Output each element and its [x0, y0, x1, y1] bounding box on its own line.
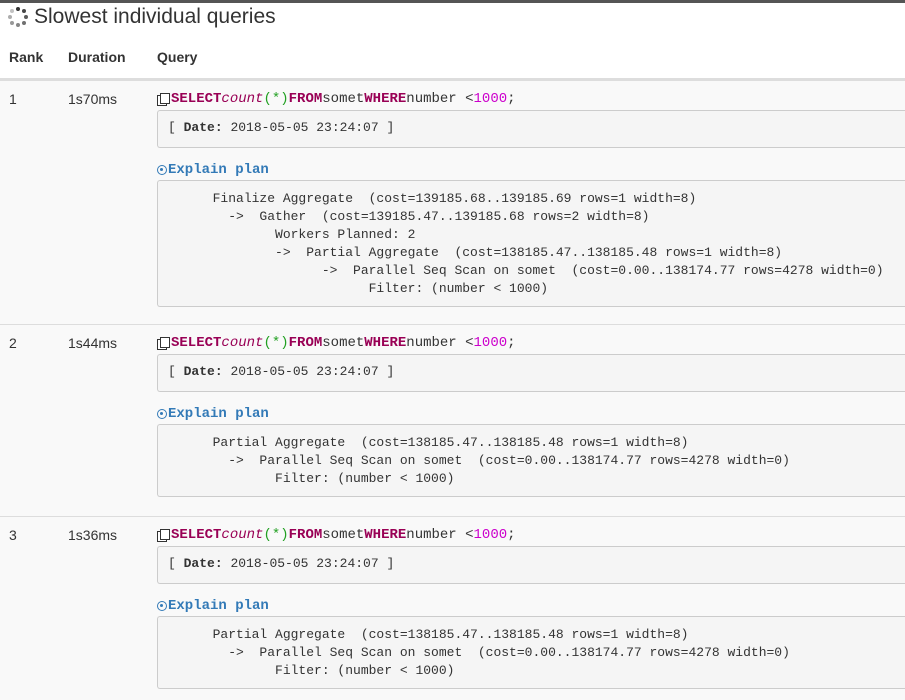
header-duration: Duration	[68, 49, 126, 65]
sql-number: 1000	[473, 91, 508, 107]
explain-plan-link[interactable]: Explain plan	[157, 161, 905, 179]
duration-cell: 1s36ms	[68, 527, 118, 543]
header-query: Query	[157, 49, 198, 65]
top-border	[0, 0, 905, 3]
sql-table: somet	[322, 335, 365, 351]
plan-line: Filter: (number < 1000)	[158, 663, 455, 678]
query-cell: SELECT count (*) FROM somet WHERE number…	[157, 89, 905, 307]
page-title-text: Slowest individual queries	[34, 5, 276, 28]
table-row: 1 1s70ms SELECT count (*) FROM somet WHERE…	[0, 80, 905, 324]
copy-icon[interactable]	[157, 528, 170, 542]
table-row: 3 1s36ms SELECT count (*) FROM somet WHERE…	[0, 516, 905, 700]
sql-parens: (*)	[263, 335, 289, 351]
sql-number: 1000	[473, 335, 508, 351]
sql-terminator: ;	[507, 335, 516, 351]
date-label: Date:	[183, 364, 223, 379]
date-label: Date:	[183, 556, 223, 571]
sql-query: SELECT count (*) FROM somet WHERE number…	[157, 525, 905, 545]
sql-keyword: SELECT	[171, 335, 222, 351]
rank-cell: 3	[9, 527, 17, 543]
plan-line: -> Parallel Seq Scan on somet (cost=0.00…	[158, 453, 790, 468]
date-value: 2018-05-05 23:24:07	[230, 556, 379, 571]
sql-terminator: ;	[507, 527, 516, 543]
sql-condition: number <	[406, 91, 474, 107]
sql-function: count	[221, 91, 264, 107]
sql-parens: (*)	[263, 527, 289, 543]
duration-cell: 1s70ms	[68, 91, 118, 107]
date-box: [ Date: 2018-05-05 23:24:07 ]	[157, 110, 905, 148]
explain-plan-box: Partial Aggregate (cost=138185.47..13818…	[157, 424, 905, 497]
date-value: 2018-05-05 23:24:07	[230, 364, 379, 379]
copy-icon[interactable]	[157, 336, 170, 350]
sql-function: count	[221, 527, 264, 543]
sql-keyword: FROM	[288, 335, 323, 351]
sql-table: somet	[322, 91, 365, 107]
sql-condition: number <	[406, 335, 474, 351]
copy-icon[interactable]	[157, 92, 170, 106]
plan-line: -> Gather (cost=139185.47..139185.68 row…	[158, 209, 650, 224]
table-header: Rank Duration Query	[0, 40, 905, 80]
plan-line: Finalize Aggregate (cost=139185.68..1391…	[158, 191, 697, 206]
rank-cell: 2	[9, 335, 17, 351]
sql-query: SELECT count (*) FROM somet WHERE number…	[157, 333, 905, 353]
explain-plan-link[interactable]: Explain plan	[157, 405, 905, 423]
date-box: [ Date: 2018-05-05 23:24:07 ]	[157, 546, 905, 584]
explain-icon	[157, 165, 167, 175]
explain-icon	[157, 409, 167, 419]
explain-plan-label: Explain plan	[168, 162, 269, 178]
explain-plan-box: Finalize Aggregate (cost=139185.68..1391…	[157, 180, 905, 307]
sql-query: SELECT count (*) FROM somet WHERE number…	[157, 89, 905, 109]
sql-keyword: FROM	[288, 91, 323, 107]
sql-keyword: SELECT	[171, 91, 222, 107]
rank-cell: 1	[9, 91, 17, 107]
page-title: Slowest individual queries	[8, 5, 276, 29]
sql-parens: (*)	[263, 91, 289, 107]
sql-keyword: FROM	[288, 527, 323, 543]
date-box: [ Date: 2018-05-05 23:24:07 ]	[157, 354, 905, 392]
sql-number: 1000	[473, 527, 508, 543]
sql-table: somet	[322, 527, 365, 543]
explain-plan-label: Explain plan	[168, 406, 269, 422]
spinner-icon	[8, 7, 28, 27]
table-row: 2 1s44ms SELECT count (*) FROM somet WHERE…	[0, 324, 905, 516]
explain-plan-box: Partial Aggregate (cost=138185.47..13818…	[157, 616, 905, 689]
query-cell: SELECT count (*) FROM somet WHERE number…	[157, 525, 905, 689]
sql-terminator: ;	[507, 91, 516, 107]
plan-line: Filter: (number < 1000)	[158, 281, 549, 296]
sql-function: count	[221, 335, 264, 351]
explain-plan-link[interactable]: Explain plan	[157, 597, 905, 615]
plan-line: -> Parallel Seq Scan on somet (cost=0.00…	[158, 263, 884, 278]
plan-line: Filter: (number < 1000)	[158, 471, 455, 486]
plan-line: Partial Aggregate (cost=138185.47..13818…	[158, 435, 689, 450]
sql-keyword: WHERE	[364, 91, 407, 107]
plan-line: -> Partial Aggregate (cost=138185.47..13…	[158, 245, 783, 260]
sql-condition: number <	[406, 527, 474, 543]
duration-cell: 1s44ms	[68, 335, 118, 351]
sql-keyword: SELECT	[171, 527, 222, 543]
sql-keyword: WHERE	[364, 527, 407, 543]
date-label: Date:	[183, 120, 223, 135]
sql-keyword: WHERE	[364, 335, 407, 351]
plan-line: Partial Aggregate (cost=138185.47..13818…	[158, 627, 689, 642]
explain-icon	[157, 601, 167, 611]
plan-line: -> Parallel Seq Scan on somet (cost=0.00…	[158, 645, 790, 660]
date-value: 2018-05-05 23:24:07	[230, 120, 379, 135]
plan-line: Workers Planned: 2	[158, 227, 416, 242]
header-rank: Rank	[9, 49, 44, 65]
explain-plan-label: Explain plan	[168, 598, 269, 614]
query-cell: SELECT count (*) FROM somet WHERE number…	[157, 333, 905, 497]
